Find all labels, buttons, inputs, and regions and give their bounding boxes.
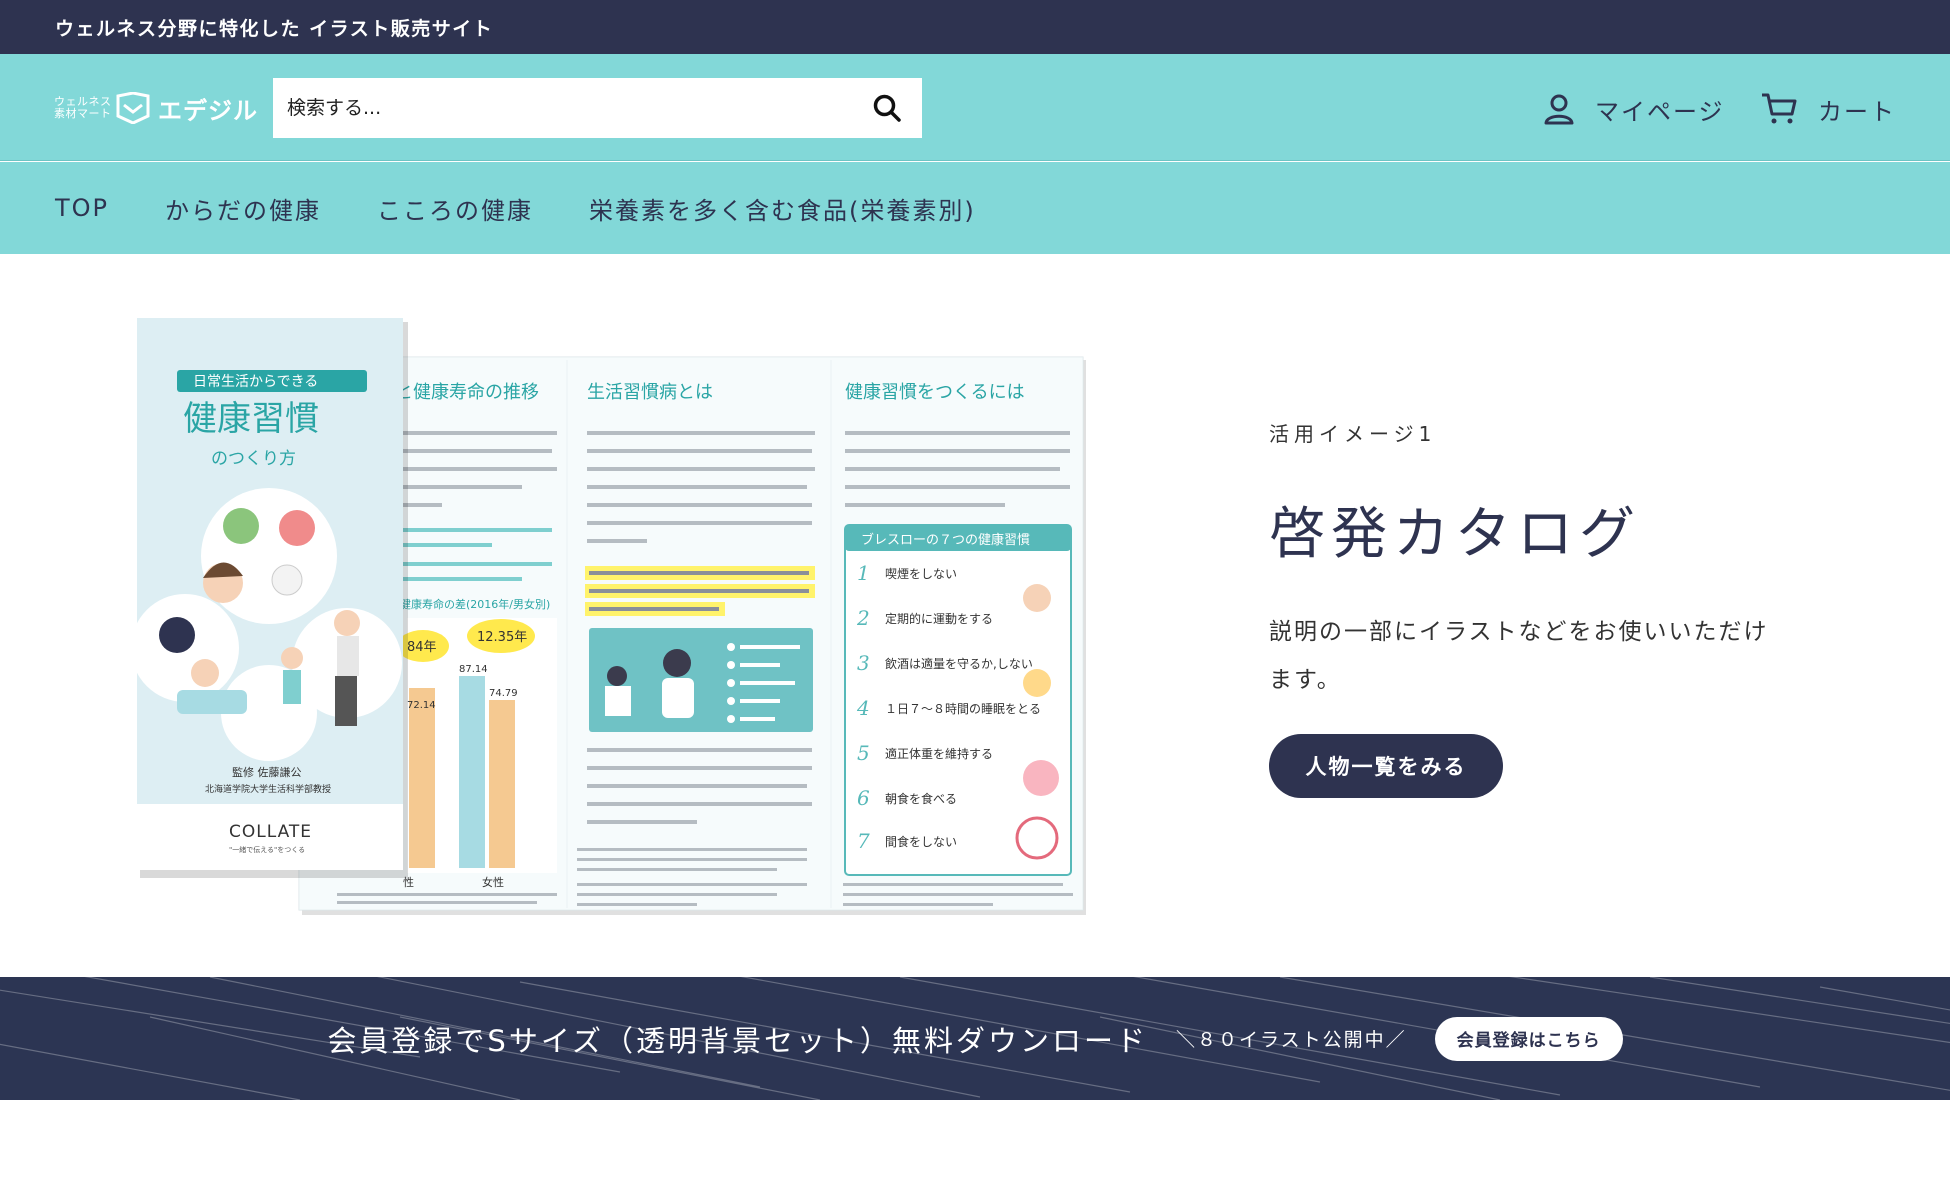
svg-text:72.14: 72.14 [407, 700, 436, 711]
chart-bar-female-avg [459, 676, 485, 868]
panel2-title: 生活習慣病とは [587, 382, 713, 403]
svg-text:87.14: 87.14 [459, 664, 488, 675]
hero-description: 説明の一部にイラストなどをお使いいただけます。 [1269, 619, 1769, 693]
mypage-label: マイページ [1595, 97, 1725, 126]
search-input[interactable] [273, 78, 852, 138]
svg-text:5: 5 [857, 741, 870, 765]
panel3-box-title: ブレスローの７つの健康習慣 [861, 532, 1030, 548]
chart-bar-female-healthy [489, 700, 515, 868]
nav-item-body-health[interactable]: からだの健康 [165, 191, 321, 226]
mypage-link[interactable]: マイページ [1543, 89, 1725, 129]
svg-text:１日７〜８時間の睡眠をとる: １日７〜８時間の睡眠をとる [885, 702, 1041, 716]
member-signup-banner[interactable]: 会員登録でSサイズ（透明背景セット）無料ダウンロード ＼８０イラスト公開中／ 会… [0, 977, 1950, 1100]
svg-text:6: 6 [857, 786, 870, 810]
logo-name: エデジル [158, 96, 258, 125]
hero-content: 活用イメージ1 啓発カタログ 説明の一部にイラストなどをお使いいただけます。 人… [1269, 418, 1789, 798]
logo-tagline: ウェルネス 素材マート [54, 95, 112, 120]
search-button[interactable] [852, 78, 922, 138]
cart-icon [1762, 93, 1797, 124]
cover-subtitle: のつくり方 [211, 449, 296, 469]
svg-text:飲酒は適量を守るか,しない: 飲酒は適量を守るか,しない [885, 656, 1033, 671]
panel3-title: 健康習慣をつくるには [845, 382, 1025, 403]
main-navigation: TOP からだの健康 こころの健康 栄養素を多く含む食品(栄養素別) [0, 162, 1950, 254]
cover-affiliation: 北海道学院大学生活科学部教授 [205, 783, 331, 795]
svg-text:2: 2 [856, 606, 870, 630]
banner-main-text: 会員登録でSサイズ（透明背景セット）無料ダウンロード [327, 1023, 1148, 1058]
nav-item-nutrition-foods[interactable]: 栄養素を多く含む食品(栄養素別) [589, 191, 976, 226]
svg-text:74.79: 74.79 [489, 688, 518, 699]
view-characters-button[interactable]: 人物一覧をみる [1269, 734, 1503, 798]
user-icon [1544, 94, 1574, 125]
svg-text:女性: 女性 [482, 875, 504, 889]
panel1-heading: 健康寿命の差(2016年/男女別) [400, 597, 550, 611]
site-logo[interactable]: ウェルネス 素材マート エデジル [54, 90, 258, 126]
svg-text:12.35年: 12.35年 [477, 630, 527, 645]
logo-mark-icon [116, 92, 150, 124]
site-header: ウェルネス 素材マート エデジル マイページ カート [0, 54, 1950, 161]
svg-text:84年: 84年 [407, 640, 437, 655]
cover-brand-tagline: "一緒で伝える"をつくる [229, 845, 305, 854]
cart-label: カート [1818, 97, 1896, 126]
cover-tag: 日常生活からできる [193, 374, 318, 390]
svg-text:7: 7 [857, 829, 870, 853]
hero-eyebrow: 活用イメージ1 [1269, 422, 1437, 446]
announcement-text: ウェルネス分野に特化した イラスト販売サイト [55, 17, 494, 40]
svg-text:3: 3 [857, 651, 870, 675]
svg-text:4: 4 [856, 696, 870, 720]
cover-title: 健康習慣 [183, 399, 319, 439]
nav-item-mind-health[interactable]: こころの健康 [377, 191, 533, 226]
cart-link[interactable]: カート [1760, 89, 1896, 129]
svg-text:喫煙をしない: 喫煙をしない [885, 567, 957, 581]
cover-food-illustration [223, 508, 259, 544]
svg-text:適正体重を維持する: 適正体重を維持する [885, 746, 993, 761]
hero-title: 啓発カタログ [1269, 502, 1641, 567]
search-icon [873, 94, 901, 122]
catalog-image: と健康寿命の推移 健康寿命の差(2016年/男女別) 84年 12.35年 72… [137, 318, 1086, 915]
nav-item-top[interactable]: TOP [55, 194, 109, 222]
svg-text:朝食を食べる: 朝食を食べる [885, 791, 957, 806]
chart-bar-male-healthy [409, 688, 435, 868]
member-signup-button[interactable]: 会員登録はこちら [1434, 1016, 1623, 1061]
announcement-bar: ウェルネス分野に特化した イラスト販売サイト [0, 0, 1950, 54]
svg-text:間食をしない: 間食をしない [885, 834, 957, 849]
cover-supervisor: 監修 佐藤謙公 [232, 765, 302, 779]
panel1-title: と健康寿命の推移 [395, 382, 539, 403]
search-bar [273, 78, 922, 138]
cover-brand: COLLATE [229, 822, 312, 842]
banner-sub-text: ＼８０イラスト公開中／ [1175, 1029, 1407, 1051]
svg-text:定期的に運動をする: 定期的に運動をする [885, 611, 993, 626]
svg-text:1: 1 [857, 561, 870, 585]
